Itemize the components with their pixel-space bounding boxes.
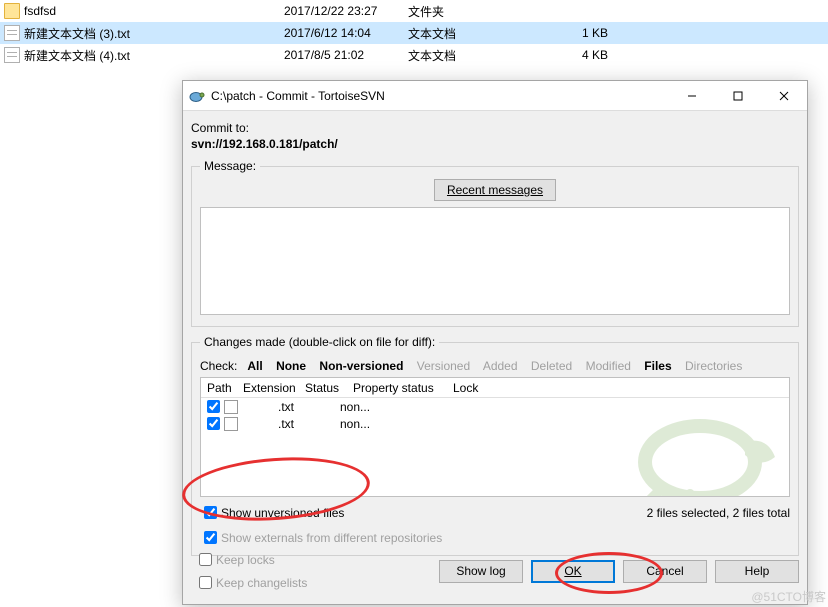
file-date: 2017/12/22 23:27 bbox=[284, 4, 408, 18]
explorer-listing: fsdfsd 2017/12/22 23:27 文件夹 新建文本文档 (3).t… bbox=[0, 0, 828, 66]
col-extension[interactable]: Extension bbox=[243, 381, 305, 395]
cancel-button[interactable]: Cancel bbox=[623, 560, 707, 583]
show-log-label: Show log bbox=[456, 564, 505, 578]
folder-icon bbox=[4, 3, 20, 19]
commit-url: svn://192.168.0.181/patch/ bbox=[191, 137, 799, 151]
col-status[interactable]: Status bbox=[305, 381, 353, 395]
check-label: Check: bbox=[200, 359, 237, 373]
col-lock[interactable]: Lock bbox=[453, 381, 497, 395]
maximize-button[interactable] bbox=[715, 81, 761, 111]
file-date: 2017/8/5 21:02 bbox=[284, 48, 408, 62]
files-header: Path Extension Status Property status Lo… bbox=[201, 378, 789, 398]
filter-all[interactable]: All bbox=[247, 359, 262, 373]
ok-label: OK bbox=[564, 564, 581, 578]
textfile-icon bbox=[4, 47, 20, 63]
keep-changelists-checkbox[interactable]: Keep changelists bbox=[195, 573, 307, 592]
file-ext: .txt bbox=[278, 400, 340, 414]
help-label: Help bbox=[745, 564, 770, 578]
message-group: Message: Recent messages bbox=[191, 159, 799, 327]
file-status: non... bbox=[340, 400, 388, 414]
filter-deleted[interactable]: Deleted bbox=[531, 359, 572, 373]
changes-legend: Changes made (double-click on file for d… bbox=[200, 335, 439, 349]
commit-dialog: C:\patch - Commit - TortoiseSVN Commit t… bbox=[182, 80, 808, 605]
file-include-checkbox[interactable] bbox=[207, 400, 220, 413]
filter-nonversioned[interactable]: Non-versioned bbox=[319, 359, 403, 373]
filter-files[interactable]: Files bbox=[644, 359, 671, 373]
close-button[interactable] bbox=[761, 81, 807, 111]
keep-locks-label: Keep locks bbox=[216, 553, 275, 567]
file-type: 文本文档 bbox=[408, 25, 558, 42]
show-unversioned-label: Show unversioned files bbox=[221, 506, 344, 520]
show-log-button[interactable]: Show log bbox=[439, 560, 523, 583]
recent-messages-button[interactable]: Recent messages bbox=[434, 179, 556, 201]
filter-added[interactable]: Added bbox=[483, 359, 518, 373]
message-legend: Message: bbox=[200, 159, 260, 173]
file-name: fsdfsd bbox=[24, 4, 284, 18]
help-button[interactable]: Help bbox=[715, 560, 799, 583]
show-unversioned-checkbox[interactable]: Show unversioned files bbox=[200, 503, 344, 522]
file-ext: .txt bbox=[278, 417, 340, 431]
textfile-icon bbox=[224, 400, 238, 414]
file-name: 新建文本文档 (4).txt bbox=[24, 47, 284, 64]
filter-modified[interactable]: Modified bbox=[586, 359, 631, 373]
keep-changelists-label: Keep changelists bbox=[216, 576, 307, 590]
files-list[interactable]: Path Extension Status Property status Lo… bbox=[200, 377, 790, 497]
file-status: non... bbox=[340, 417, 388, 431]
ok-button[interactable]: OK bbox=[531, 560, 615, 583]
textfile-icon bbox=[4, 25, 20, 41]
file-include-checkbox[interactable] bbox=[207, 417, 220, 430]
file-name: 新建文本文档 (3).txt bbox=[24, 25, 284, 42]
cancel-label: Cancel bbox=[646, 564, 683, 578]
tortoise-icon bbox=[189, 88, 205, 104]
filter-none[interactable]: None bbox=[276, 359, 306, 373]
minimize-button[interactable] bbox=[669, 81, 715, 111]
file-type: 文件夹 bbox=[408, 3, 558, 20]
changes-group: Changes made (double-click on file for d… bbox=[191, 335, 799, 556]
file-type: 文本文档 bbox=[408, 47, 558, 64]
textfile-icon bbox=[224, 417, 238, 431]
commit-to-label: Commit to: bbox=[191, 121, 799, 135]
list-item[interactable]: fsdfsd 2017/12/22 23:27 文件夹 bbox=[0, 0, 828, 22]
window-title: C:\patch - Commit - TortoiseSVN bbox=[211, 89, 669, 103]
show-externals-checkbox[interactable]: Show externals from different repositori… bbox=[200, 528, 442, 547]
check-filter-row: Check: All None Non-versioned Versioned … bbox=[200, 359, 790, 373]
file-size: 4 KB bbox=[558, 48, 618, 62]
list-item[interactable]: 新建文本文档 (4).txt 2017/8/5 21:02 文本文档 4 KB bbox=[0, 44, 828, 66]
titlebar: C:\patch - Commit - TortoiseSVN bbox=[183, 81, 807, 111]
selection-info: 2 files selected, 2 files total bbox=[647, 506, 790, 520]
keep-locks-checkbox[interactable]: Keep locks bbox=[195, 550, 307, 569]
filter-versioned[interactable]: Versioned bbox=[417, 359, 470, 373]
col-property-status[interactable]: Property status bbox=[353, 381, 453, 395]
list-item[interactable]: 新建文本文档 (3).txt 2017/6/12 14:04 文本文档 1 KB bbox=[0, 22, 828, 44]
filter-directories[interactable]: Directories bbox=[685, 359, 742, 373]
file-size: 1 KB bbox=[558, 26, 618, 40]
file-date: 2017/6/12 14:04 bbox=[284, 26, 408, 40]
col-path[interactable]: Path bbox=[207, 381, 243, 395]
tortoise-watermark-icon bbox=[635, 402, 785, 497]
recent-messages-label: Recent messages bbox=[447, 183, 543, 197]
commit-message-input[interactable] bbox=[200, 207, 790, 315]
show-externals-label: Show externals from different repositori… bbox=[221, 531, 442, 545]
